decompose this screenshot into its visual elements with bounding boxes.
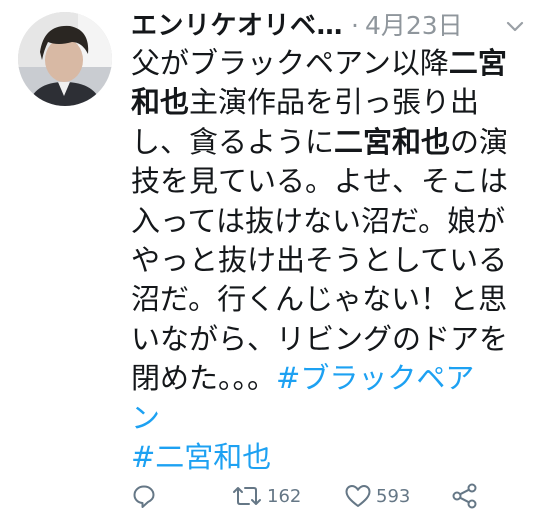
tweet-text-line: 入っては抜けない沼だ。娘が	[131, 202, 521, 241]
tweet-text-segment: し、貪るように	[131, 124, 335, 159]
tweet-text-segment: 沼だ。行くんじゃない！と思	[131, 282, 508, 317]
tweet-text-line: 技を見ている。よせ、そこは	[131, 162, 521, 201]
tweet-date[interactable]: 4月23日	[365, 11, 463, 40]
chevron-down-icon[interactable]	[503, 14, 527, 38]
tweet-text-segment: やっと抜け出そうとしている	[131, 242, 508, 277]
tweet-header: エンリケオリベ… · 4月23日	[131, 8, 527, 44]
reply-button[interactable]	[131, 478, 157, 514]
like-button[interactable]: 593	[344, 478, 410, 514]
tweet-text-line: し、貪るように二宮和也の演	[131, 123, 521, 162]
tweet-text-segment: いながら、リビングのドアを	[131, 321, 509, 356]
meta-separator: ·	[351, 11, 359, 40]
tweet-text-line: 和也主演作品を引っ張り出	[131, 83, 521, 122]
tweet-actions: 162 593	[131, 478, 491, 514]
share-button[interactable]	[451, 478, 479, 514]
tweet-text-line: いながら、リビングのドアを	[131, 320, 521, 359]
tweet-text-line: 父がブラックペアン以降二宮	[131, 44, 521, 83]
avatar-image	[18, 12, 112, 106]
reply-icon	[133, 485, 155, 508]
tweet-text-segment: 主演作品を引っ張り出	[189, 85, 480, 120]
tweet-text-segment: の演	[450, 124, 509, 159]
tweet-text-segment: 閉めた。。。	[131, 361, 277, 396]
tweet-text-line: ン	[131, 399, 521, 438]
retweet-button[interactable]: 162	[231, 478, 301, 514]
avatar[interactable]	[18, 12, 112, 106]
highlighted-text: 二宮	[448, 46, 507, 80]
like-count: 593	[376, 485, 411, 507]
hashtag-link[interactable]: #二宮和也	[131, 440, 271, 474]
tweet-text: 父がブラックペアン以降二宮 和也主演作品を引っ張り出 し、貪るように二宮和也の演 技を…	[131, 44, 521, 477]
tweet-text-line: #二宮和也	[131, 438, 521, 477]
heart-icon	[345, 485, 371, 507]
author-name[interactable]: エンリケオリベ…	[131, 8, 343, 44]
highlighted-text: 和也	[131, 85, 190, 120]
hashtag-link[interactable]: #ブラックペア	[276, 361, 474, 395]
tweet-text-line: やっと抜け出そうとしている	[131, 241, 521, 280]
tweet-meta: · 4月23日	[351, 8, 463, 44]
tweet-text-line: 沼だ。行くんじゃない！と思	[131, 280, 521, 319]
hashtag-link[interactable]: ン	[131, 401, 160, 435]
share-icon	[452, 483, 477, 509]
highlighted-text: 二宮和也	[334, 124, 451, 159]
tweet-text-segment: 技を見ている。よせ、そこは	[131, 164, 509, 199]
tweet[interactable]: エンリケオリベ… · 4月23日 父がブラックペアン以降二宮 和也主演作品を引っ張り…	[0, 0, 539, 523]
retweet-icon	[233, 487, 261, 505]
retweet-count: 162	[267, 485, 302, 507]
tweet-text-line: 閉めた。。。#ブラックペア	[131, 359, 521, 398]
tweet-text-segment: 父がブラックペアン以降	[131, 46, 449, 80]
tweet-text-segment: 入っては抜けない沼だ。娘が	[131, 203, 506, 238]
